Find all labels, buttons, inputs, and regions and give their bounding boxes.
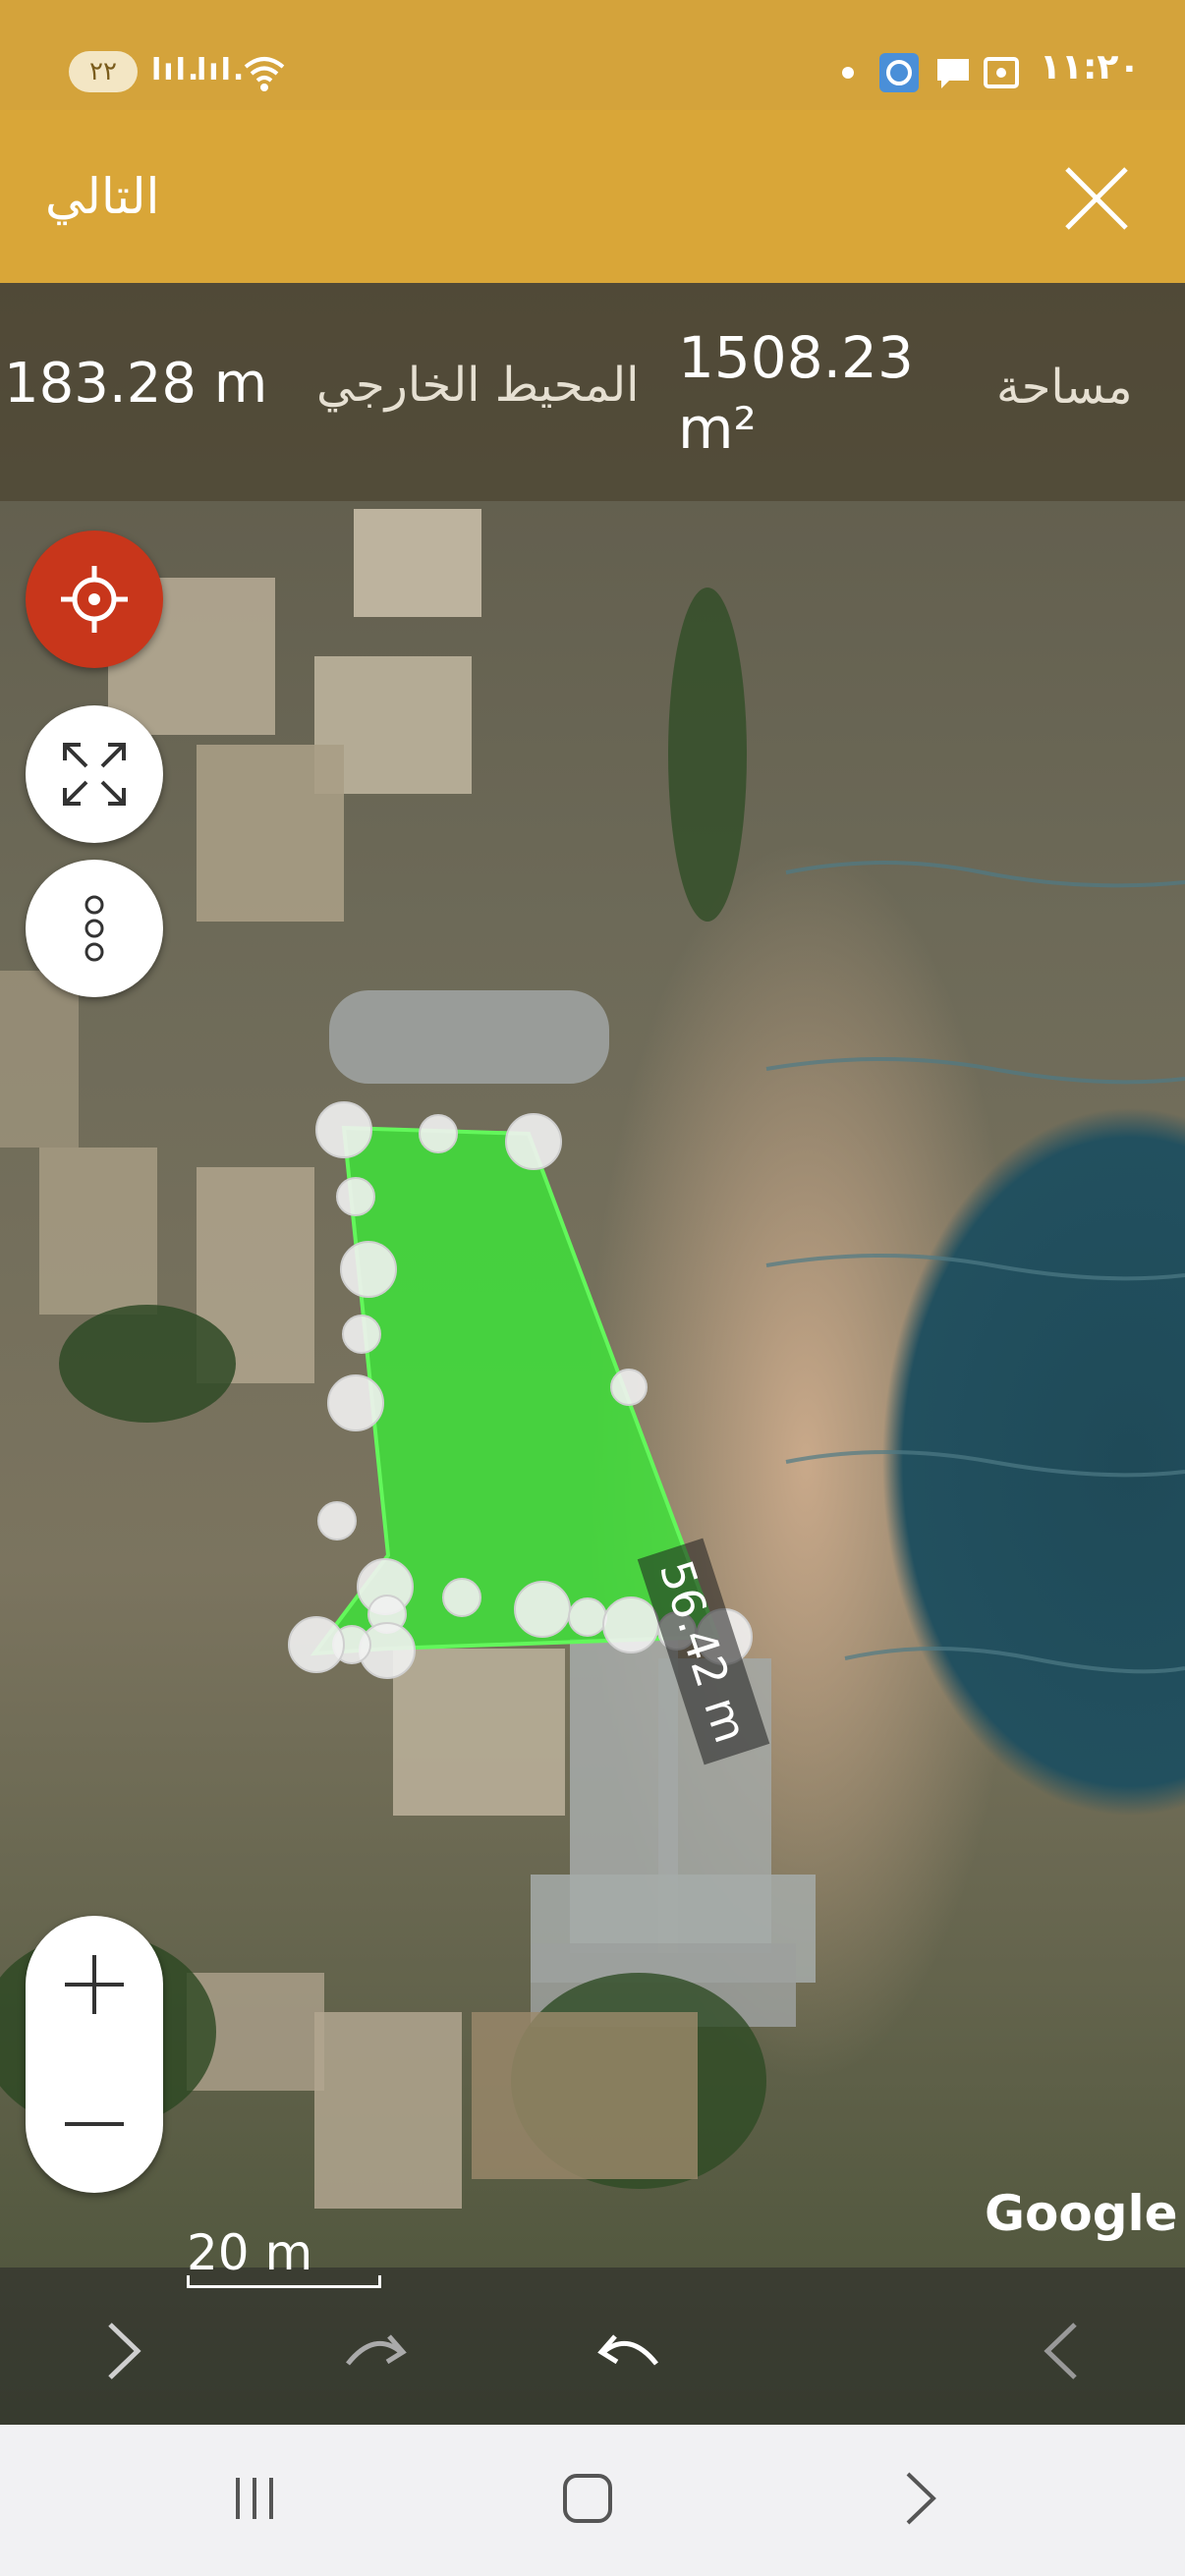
area-value: 1508.23 m²: [678, 324, 914, 462]
clock: ١١:٢٠: [1040, 47, 1141, 87]
zoom-out-button[interactable]: [26, 2055, 163, 2193]
chevron-right-icon[interactable]: [79, 2307, 167, 2395]
google-attribution: Google: [985, 2185, 1178, 2242]
crosshair-icon: [61, 566, 128, 633]
app-notification-icon: [879, 53, 919, 92]
zoom-in-button[interactable]: [26, 1916, 163, 2053]
recents-icon[interactable]: [210, 2454, 299, 2543]
message-icon: [937, 59, 969, 88]
redo-icon[interactable]: [330, 2307, 419, 2395]
perimeter-label: المحيط الخارجي: [316, 358, 640, 413]
satellite-map[interactable]: 183.28 m المحيط الخارجي 1508.23 m² مساحة…: [0, 283, 1185, 2425]
next-button[interactable]: التالي: [45, 159, 159, 234]
zoom-controls: [26, 1916, 163, 2193]
fullscreen-button[interactable]: [26, 705, 163, 843]
signal-icon: lıl.: [197, 53, 247, 87]
system-nav-bar: [0, 2425, 1185, 2576]
scale-label: 20 m: [187, 2224, 313, 2281]
expand-icon: [63, 743, 126, 806]
my-location-button[interactable]: [26, 531, 163, 668]
more-vertical-icon: [85, 895, 104, 962]
battery-indicator: ٢٢: [69, 51, 138, 92]
signal-icon: lıl.: [151, 53, 201, 87]
back-icon[interactable]: [875, 2454, 963, 2543]
measurement-info-bar: 183.28 m المحيط الخارجي 1508.23 m² مساحة: [0, 283, 1185, 501]
area-label: مساحة: [996, 360, 1133, 415]
wifi-icon: [244, 57, 285, 91]
scale-bar: [187, 2275, 381, 2288]
close-icon[interactable]: [1059, 161, 1134, 236]
notification-dot: [842, 67, 854, 79]
status-bar: ٢٢ lıl. lıl. ١١:٢٠: [0, 0, 1185, 110]
app-bar: التالي: [0, 110, 1185, 283]
map-imagery: [0, 509, 1185, 2209]
more-options-button[interactable]: [26, 860, 163, 997]
screenshot-icon: [984, 57, 1019, 88]
perimeter-value: 183.28 m: [4, 352, 268, 416]
undo-icon[interactable]: [586, 2307, 674, 2395]
chevron-left-icon[interactable]: [1018, 2307, 1106, 2395]
edit-toolbar: [0, 2268, 1185, 2425]
home-icon[interactable]: [543, 2454, 632, 2543]
